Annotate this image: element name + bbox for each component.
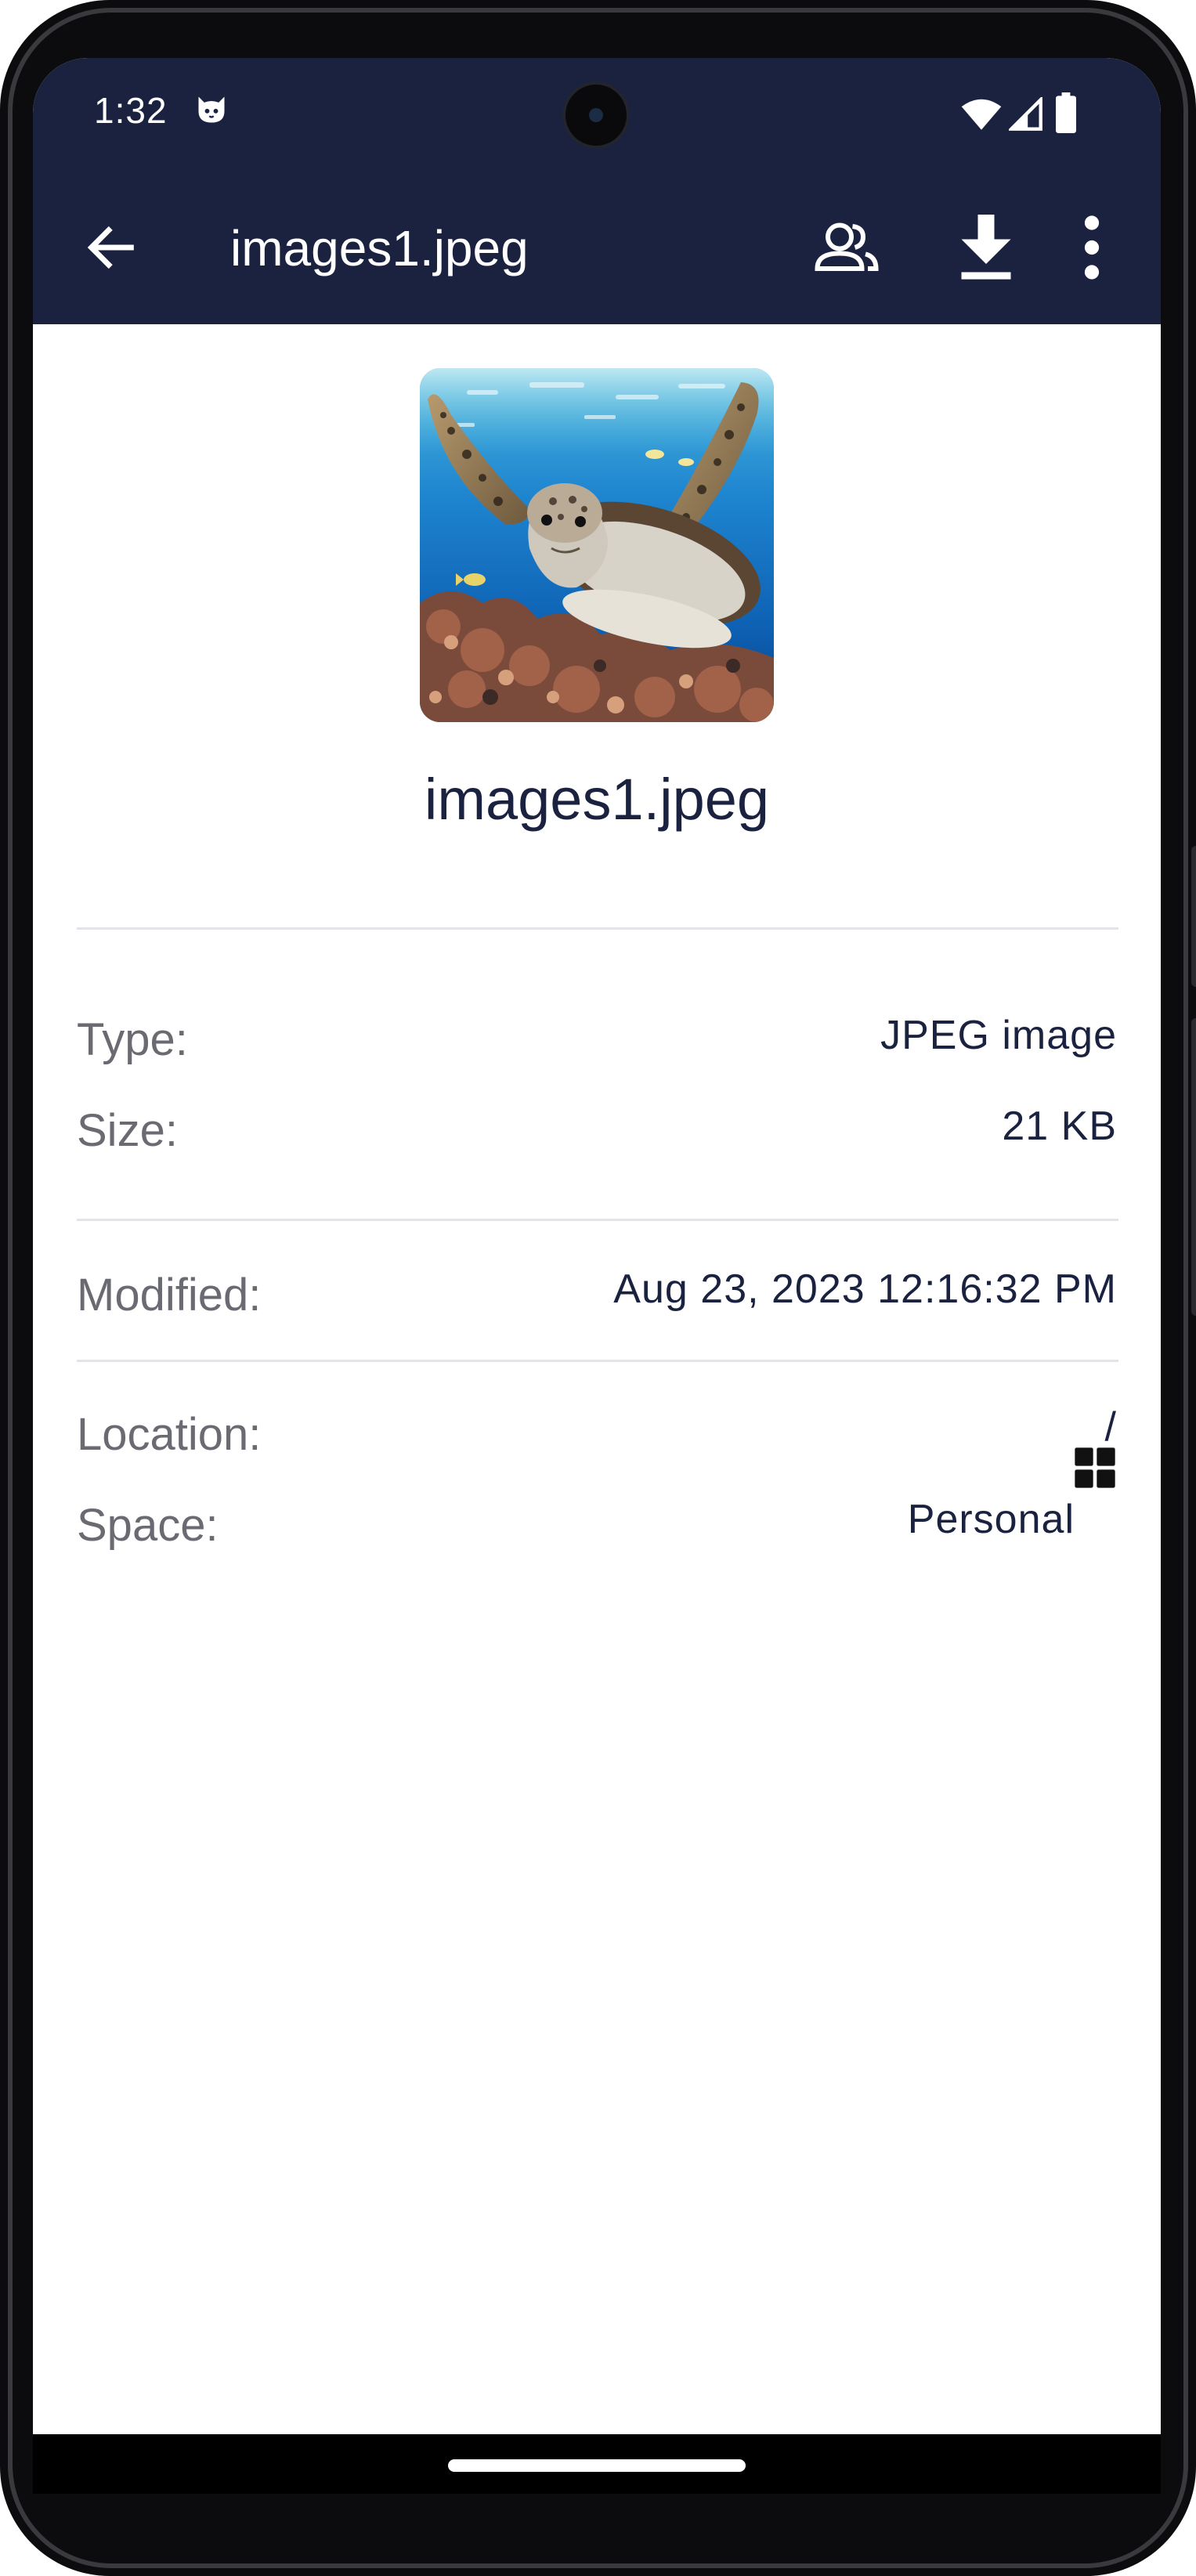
size-label: Size: bbox=[77, 1105, 178, 1156]
more-vert-icon[interactable] bbox=[1082, 215, 1101, 280]
share-people-icon[interactable] bbox=[813, 219, 880, 276]
location-value: / bbox=[1104, 1404, 1117, 1450]
size-value: 21 KB bbox=[1002, 1104, 1117, 1149]
app-bar: images1.jpeg bbox=[33, 171, 1161, 324]
type-value: JPEG image bbox=[880, 1013, 1117, 1058]
battery-icon bbox=[1056, 92, 1076, 133]
space-value: Personal bbox=[907, 1497, 1075, 1542]
volume-button bbox=[1191, 1018, 1196, 1316]
screen: 1:32 images1.jpeg images1.jpeg Type: JPE… bbox=[33, 58, 1161, 2494]
download-icon[interactable] bbox=[959, 215, 1014, 280]
power-button bbox=[1191, 846, 1196, 987]
home-gesture-handle[interactable] bbox=[448, 2459, 746, 2472]
divider-lower bbox=[77, 1360, 1118, 1362]
type-label: Type: bbox=[77, 1014, 188, 1065]
front-camera bbox=[562, 81, 630, 149]
cat-face-icon bbox=[198, 96, 225, 123]
modified-value: Aug 23, 2023 12:16:32 PM bbox=[613, 1266, 1117, 1312]
cell-signal-icon bbox=[1009, 97, 1042, 131]
modified-label: Modified: bbox=[77, 1270, 262, 1321]
phone-frame: 1:32 images1.jpeg images1.jpeg Type: JPE… bbox=[0, 0, 1196, 2576]
status-time: 1:32 bbox=[94, 90, 168, 131]
wifi-icon bbox=[961, 99, 1002, 130]
divider-top bbox=[77, 927, 1118, 930]
arrow-back-icon[interactable] bbox=[81, 218, 141, 277]
status-bar: 1:32 bbox=[33, 58, 1161, 171]
divider-middle bbox=[77, 1219, 1118, 1221]
app-bar-title: images1.jpeg bbox=[230, 220, 529, 276]
location-label: Location: bbox=[77, 1409, 262, 1460]
file-thumbnail-image[interactable] bbox=[420, 368, 774, 722]
space-label: Space: bbox=[77, 1500, 219, 1551]
grid-icon bbox=[1075, 1447, 1115, 1488]
file-name-heading: images1.jpeg bbox=[424, 767, 770, 832]
